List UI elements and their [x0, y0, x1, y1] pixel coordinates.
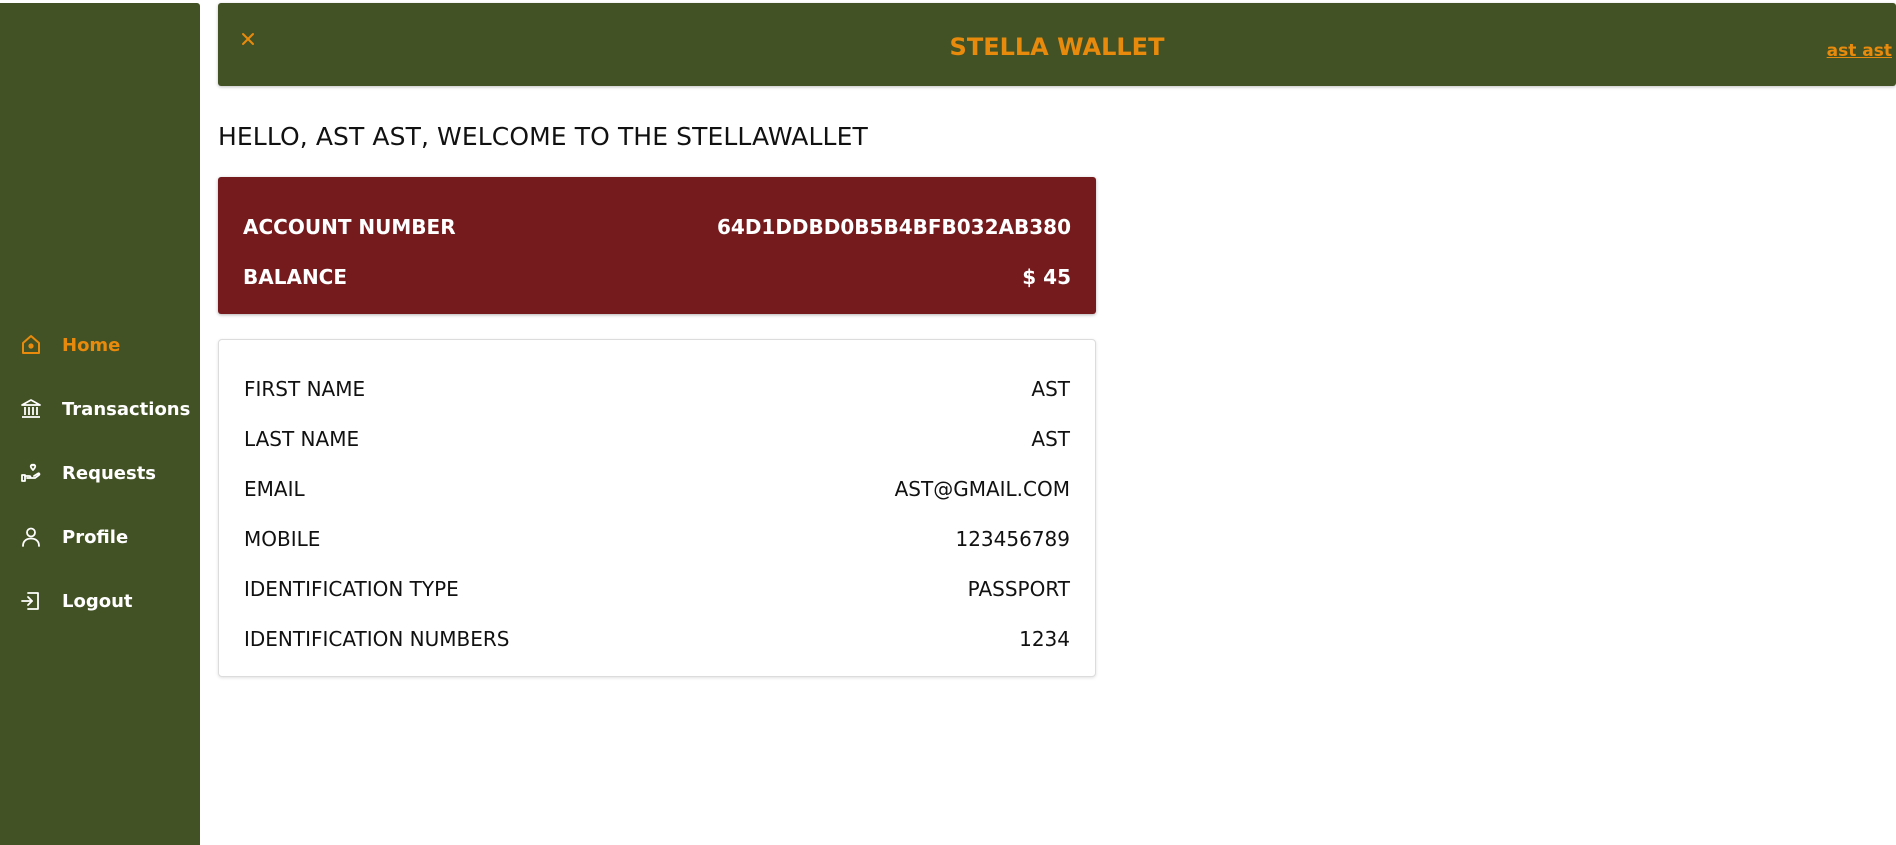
profile-label: IDENTIFICATION TYPE — [244, 577, 459, 601]
profile-value: 123456789 — [955, 527, 1070, 551]
top-bar: STELLA WALLET ast ast — [218, 3, 1896, 86]
profile-label: LAST NAME — [244, 427, 360, 451]
balance-value: $ 45 — [1022, 265, 1071, 289]
profile-row-identification-numbers: IDENTIFICATION NUMBERS 1234 — [244, 625, 1070, 653]
sidebar-item-home[interactable]: Home — [0, 313, 200, 377]
user-menu-link[interactable]: ast ast — [1827, 41, 1892, 61]
profile-details-card: FIRST NAME AST LAST NAME AST EMAIL AST@G… — [218, 339, 1096, 677]
profile-label: EMAIL — [244, 477, 305, 501]
profile-value: PASSPORT — [967, 577, 1070, 601]
balance-row: BALANCE $ 45 — [243, 263, 1071, 291]
sidebar-item-logout[interactable]: Logout — [0, 569, 200, 633]
account-card: ACCOUNT NUMBER 64D1DDBD0B5B4BFB032AB380 … — [218, 177, 1096, 314]
home-icon — [19, 333, 43, 357]
profile-label: MOBILE — [244, 527, 321, 551]
sidebar-item-transactions[interactable]: Transactions — [0, 377, 200, 441]
sidebar: Home Transactions Requests Profile Logou… — [0, 3, 200, 845]
profile-value: 1234 — [1019, 627, 1070, 651]
sidebar-item-label: Logout — [62, 590, 133, 612]
app-title: STELLA WALLET — [949, 32, 1165, 61]
profile-row-last-name: LAST NAME AST — [244, 425, 1070, 453]
sidebar-item-requests[interactable]: Requests — [0, 441, 200, 505]
account-number-label: ACCOUNT NUMBER — [243, 215, 456, 239]
profile-value: AST — [1031, 377, 1070, 401]
profile-row-email: EMAIL AST@GMAIL.COM — [244, 475, 1070, 503]
account-number-value: 64D1DDBD0B5B4BFB032AB380 — [716, 215, 1071, 239]
page-title: HELLO, AST AST, WELCOME TO THE STELLAWAL… — [218, 122, 868, 151]
logout-icon — [19, 589, 43, 613]
account-number-row: ACCOUNT NUMBER 64D1DDBD0B5B4BFB032AB380 — [243, 213, 1071, 241]
user-icon — [19, 525, 43, 549]
sidebar-item-label: Requests — [62, 462, 157, 484]
sidebar-nav: Home Transactions Requests Profile Logou… — [0, 313, 200, 633]
profile-value: AST@GMAIL.COM — [894, 477, 1070, 501]
hand-heart-icon — [19, 461, 43, 485]
profile-row-identification-type: IDENTIFICATION TYPE PASSPORT — [244, 575, 1070, 603]
sidebar-item-label: Transactions — [62, 398, 191, 420]
sidebar-item-profile[interactable]: Profile — [0, 505, 200, 569]
profile-row-mobile: MOBILE 123456789 — [244, 525, 1070, 553]
bank-icon — [19, 397, 43, 421]
profile-label: IDENTIFICATION NUMBERS — [244, 627, 510, 651]
profile-value: AST — [1031, 427, 1070, 451]
close-icon[interactable] — [238, 29, 258, 49]
sidebar-item-label: Home — [62, 334, 121, 356]
balance-label: BALANCE — [243, 265, 348, 289]
profile-row-first-name: FIRST NAME AST — [244, 375, 1070, 403]
profile-label: FIRST NAME — [244, 377, 366, 401]
sidebar-item-label: Profile — [62, 526, 129, 548]
